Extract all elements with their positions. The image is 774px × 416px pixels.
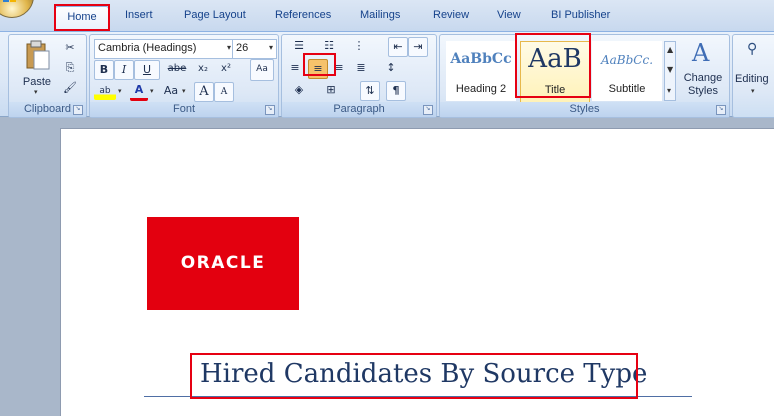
clipboard-group: Paste ▾ ✂ ⎘ 🖌 Clipboard ↘ (8, 34, 87, 118)
chevron-down-icon: ▾ (751, 87, 755, 95)
align-left-icon[interactable]: ≡ (286, 59, 304, 77)
style-sample: AaBbCc (450, 51, 512, 67)
binoculars-icon: ⚲ (747, 41, 758, 57)
change-styles-button[interactable]: A Change Styles (680, 37, 726, 99)
chevron-up-icon: ▲ (667, 45, 674, 54)
editing-label: Editing (735, 73, 769, 85)
ribbon-tab-bar: Home Insert Page Layout References Maili… (0, 0, 774, 32)
multilevel-list-icon[interactable]: ⋮ (346, 37, 372, 55)
chevron-down-icon: ▾ (34, 88, 38, 96)
oracle-logo: ORACLE (147, 217, 299, 310)
styles-group: AaBbCc Heading 2 AaB Title AaBbCc. Subti… (439, 34, 730, 118)
clipboard-icon (26, 40, 50, 70)
clear-formatting-icon[interactable]: Aa (250, 59, 274, 81)
justify-icon[interactable]: ≣ (352, 59, 370, 77)
styles-group-label: Styles (440, 102, 729, 117)
decrease-indent-icon[interactable]: ⇤ (388, 37, 408, 57)
style-sample: AaBbCc. (600, 53, 654, 67)
strikethrough-button[interactable]: abe (164, 60, 190, 78)
font-color-button[interactable]: A (130, 82, 148, 101)
bullets-icon[interactable]: ☰ (286, 37, 312, 55)
paste-button[interactable]: Paste ▾ (15, 37, 59, 96)
align-right-icon[interactable]: ≡ (330, 59, 348, 77)
style-name: Title (544, 84, 566, 96)
highlight-color-button[interactable]: ab (94, 82, 116, 100)
font-family-select[interactable]: Cambria (Headings) ▾ (94, 39, 235, 59)
chevron-down-icon: ▼ (667, 65, 674, 74)
align-center-icon[interactable]: ≡ (308, 59, 328, 79)
style-subtitle[interactable]: AaBbCc. Subtitle (592, 41, 662, 101)
format-painter-icon[interactable]: 🖌 (61, 79, 79, 97)
paste-label: Paste (22, 76, 52, 88)
title-underline (144, 396, 692, 397)
paragraph-dialog-launcher-icon[interactable]: ↘ (423, 105, 433, 115)
tab-insert[interactable]: Insert (125, 9, 153, 21)
superscript-button[interactable]: x² (215, 60, 237, 78)
change-styles-label: Change Styles (683, 72, 723, 97)
shading-icon[interactable]: ◈ (286, 81, 312, 99)
office-button[interactable] (0, 0, 34, 18)
tab-home-label: Home (67, 11, 97, 23)
copy-icon[interactable]: ⎘ (61, 59, 79, 77)
chevron-down-icon: ▾ (150, 87, 154, 95)
sort-icon[interactable]: ⇅ (360, 81, 380, 101)
chevron-down-icon: ▾ (182, 87, 186, 95)
font-family-value: Cambria (Headings) (98, 42, 197, 54)
borders-icon[interactable]: ⊞ (318, 81, 344, 99)
italic-button[interactable]: I (114, 60, 134, 80)
chevron-down-icon: ▾ (118, 87, 122, 95)
chevron-down-icon: ▾ (226, 43, 231, 52)
editing-group: ⚲ Editing ▾ (732, 34, 774, 118)
more-icon: ▾ (667, 86, 672, 95)
style-sample: AaB (528, 44, 582, 74)
ribbon: Paste ▾ ✂ ⎘ 🖌 Clipboard ↘ Cambria (Headi… (0, 31, 774, 118)
tab-bi-publisher[interactable]: BI Publisher (551, 9, 610, 21)
styles-dialog-launcher-icon[interactable]: ↘ (716, 105, 726, 115)
underline-button[interactable]: U (134, 60, 160, 80)
increase-indent-icon[interactable]: ⇥ (408, 37, 428, 57)
style-title[interactable]: AaB Title (520, 41, 590, 103)
subscript-button[interactable]: x₂ (192, 60, 214, 78)
font-group-label: Font (90, 102, 278, 117)
document-title[interactable]: Hired Candidates By Source Type (200, 359, 647, 389)
bold-button[interactable]: B (94, 60, 114, 80)
gallery-scroller[interactable]: ▲ ▼ ▾ (664, 41, 676, 101)
paragraph-group: ☰ ☷ ⋮ ⇤ ⇥ ≡ ≡ ≡ ≣ ↕ ◈ ⊞ ⇅ ¶ Paragraph ↘ (281, 34, 437, 118)
chevron-down-icon: ▾ (268, 43, 273, 52)
tab-page-layout[interactable]: Page Layout (184, 9, 246, 21)
tab-view[interactable]: View (497, 9, 521, 21)
style-name: Subtitle (608, 83, 646, 95)
tab-home[interactable]: Home (55, 6, 109, 32)
font-group: Cambria (Headings) ▾ 26 ▾ B I U abe x₂ x… (89, 34, 279, 118)
cut-icon[interactable]: ✂ (61, 39, 79, 57)
show-marks-button[interactable]: ¶ (386, 81, 406, 101)
grow-font-button[interactable]: A (194, 82, 214, 102)
tab-review[interactable]: Review (433, 9, 469, 21)
tab-references[interactable]: References (275, 9, 331, 21)
shrink-font-button[interactable]: A (214, 82, 234, 102)
font-size-select[interactable]: 26 ▾ (232, 39, 277, 59)
change-styles-icon: A (692, 39, 710, 67)
office-logo-icon (3, 0, 17, 3)
style-heading-2[interactable]: AaBbCc Heading 2 (446, 41, 516, 101)
change-case-button[interactable]: Aa (160, 82, 182, 100)
tab-mailings[interactable]: Mailings (360, 9, 400, 21)
editing-button[interactable]: ⚲ Editing ▾ (733, 37, 774, 99)
line-spacing-icon[interactable]: ↕ (378, 59, 404, 77)
numbering-icon[interactable]: ☷ (316, 37, 342, 55)
font-size-value: 26 (236, 42, 249, 54)
clipboard-dialog-launcher-icon[interactable]: ↘ (73, 105, 83, 115)
font-dialog-launcher-icon[interactable]: ↘ (265, 105, 275, 115)
style-name: Heading 2 (455, 83, 507, 95)
paragraph-group-label: Paragraph (282, 102, 436, 117)
